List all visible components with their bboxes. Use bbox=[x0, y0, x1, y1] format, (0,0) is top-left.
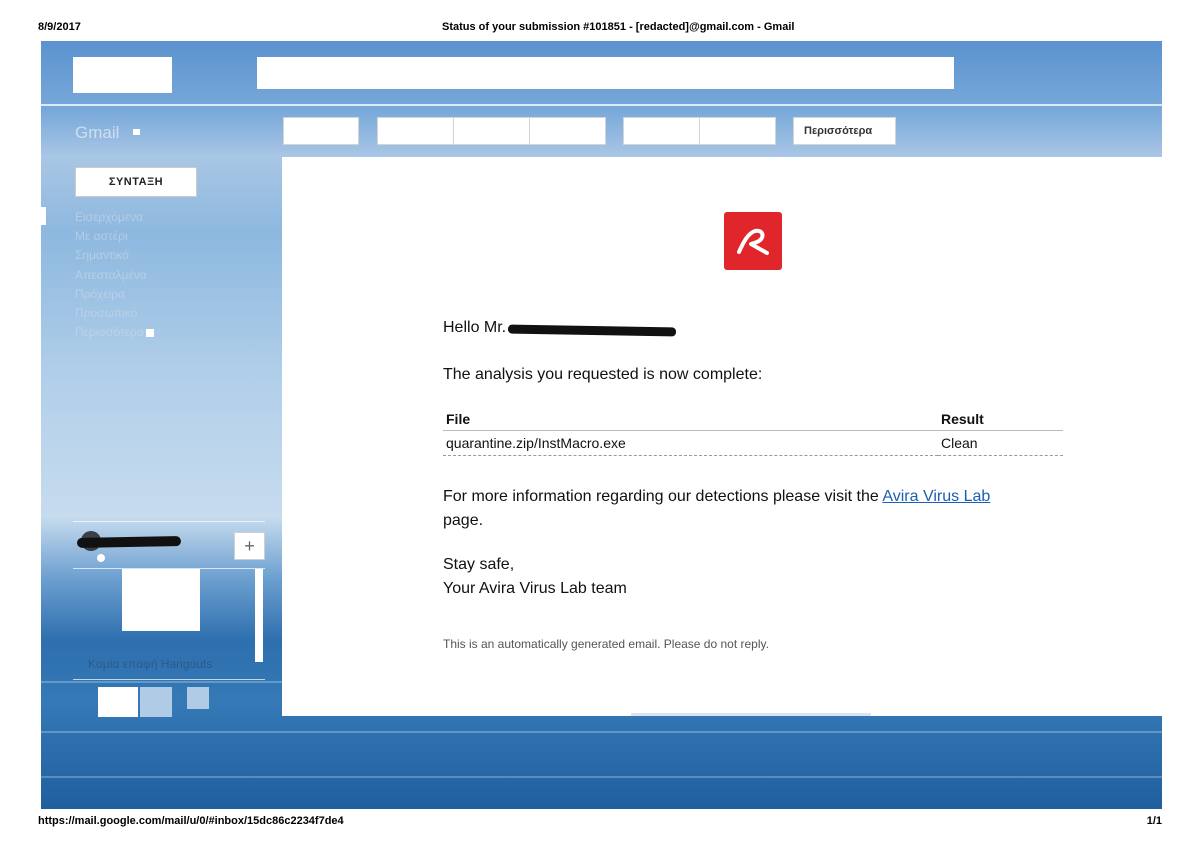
hangouts-icon[interactable] bbox=[140, 687, 172, 717]
email-panel: Hello Mr. The analysis you requested is … bbox=[282, 157, 1162, 716]
nav-item-more-label: Περισσότερα bbox=[75, 325, 144, 340]
redacted-recipient-name bbox=[507, 324, 677, 337]
info-paragraph: For more information regarding our detec… bbox=[443, 485, 1063, 533]
search-input[interactable] bbox=[257, 57, 954, 89]
sign-off: Stay safe, Your Avira Virus Lab team bbox=[443, 553, 627, 601]
redacted-user-name bbox=[76, 536, 182, 548]
column-header-file: File bbox=[443, 409, 938, 431]
nav-item-starred[interactable]: Με αστέρι bbox=[75, 227, 154, 246]
info-text: For more information regarding our detec… bbox=[443, 488, 879, 505]
gmail-window: Gmail Περισσότερα ΣΥΝΤΑΞΗ Εισερχόμενα Με… bbox=[41, 41, 1162, 809]
hangouts-scrollbar[interactable] bbox=[255, 569, 263, 662]
greeting: Hello Mr. bbox=[443, 319, 507, 336]
new-hangout-button[interactable]: + bbox=[234, 532, 265, 560]
more-button[interactable]: Περισσότερα bbox=[793, 117, 896, 145]
avira-logo-glyph bbox=[737, 228, 769, 255]
result-cell: Clean bbox=[938, 430, 1063, 456]
top-bar bbox=[41, 41, 1162, 106]
phone-icon[interactable] bbox=[187, 687, 209, 709]
hangouts-contacts-area bbox=[122, 569, 200, 631]
column-header-result: Result bbox=[938, 409, 1063, 431]
sign-off-line-1: Stay safe, bbox=[443, 556, 515, 573]
google-logo[interactable] bbox=[73, 57, 172, 93]
compose-button[interactable]: ΣΥΝΤΑΞΗ bbox=[75, 167, 197, 197]
table-row: quarantine.zip/InstMacro.exe Clean bbox=[443, 430, 1063, 456]
print-title: Status of your submission #101851 - [red… bbox=[442, 21, 795, 33]
gmail-app-label[interactable]: Gmail bbox=[75, 123, 119, 143]
nav-item-personal[interactable]: Προσωπικό bbox=[75, 304, 154, 323]
archive-button[interactable] bbox=[377, 117, 454, 145]
print-date: 8/9/2017 bbox=[38, 21, 81, 33]
report-spam-button[interactable] bbox=[453, 117, 530, 145]
avira-logo-icon bbox=[724, 212, 782, 270]
sign-off-line-2: Your Avira Virus Lab team bbox=[443, 580, 627, 597]
status-indicator bbox=[97, 554, 105, 562]
labels-button[interactable] bbox=[699, 117, 776, 145]
nav-item-drafts[interactable]: Πρόχειρα bbox=[75, 285, 154, 304]
chevron-down-icon bbox=[145, 329, 154, 338]
nav-item-sent[interactable]: Απεσταλμένα bbox=[75, 266, 154, 285]
selected-indicator bbox=[41, 207, 46, 225]
nav-item-inbox[interactable]: Εισερχόμενα bbox=[75, 208, 154, 227]
contacts-icon[interactable] bbox=[98, 687, 138, 717]
info-suffix: page. bbox=[443, 512, 484, 529]
move-to-button[interactable] bbox=[623, 117, 700, 145]
chevron-down-icon[interactable] bbox=[133, 129, 140, 135]
divider bbox=[73, 521, 265, 522]
nav-list: Εισερχόμενα Με αστέρι Σημαντικά Απεσταλμ… bbox=[75, 208, 154, 342]
delete-button[interactable] bbox=[529, 117, 606, 145]
analysis-line: The analysis you requested is now comple… bbox=[443, 366, 763, 383]
print-url: https://mail.google.com/mail/u/0/#inbox/… bbox=[38, 815, 344, 827]
avira-virus-lab-link[interactable]: Avira Virus Lab bbox=[882, 488, 990, 505]
divider bbox=[73, 679, 265, 680]
nav-item-important[interactable]: Σημαντικά bbox=[75, 246, 154, 265]
result-table: File Result quarantine.zip/InstMacro.exe… bbox=[443, 409, 1063, 456]
auto-generated-note: This is an automatically generated email… bbox=[443, 637, 769, 651]
file-cell: quarantine.zip/InstMacro.exe bbox=[443, 430, 938, 456]
no-hangouts-contacts: Καμία επαφή Hangouts bbox=[88, 657, 213, 671]
table-header-row: File Result bbox=[443, 409, 1063, 431]
print-page-number: 1/1 bbox=[1146, 815, 1162, 827]
nav-item-more[interactable]: Περισσότερα bbox=[75, 323, 154, 342]
sea-wave bbox=[41, 776, 1162, 778]
sea-wave bbox=[41, 731, 1162, 733]
select-checkbox-button[interactable] bbox=[283, 117, 359, 145]
truncated-footer-links bbox=[631, 713, 871, 716]
